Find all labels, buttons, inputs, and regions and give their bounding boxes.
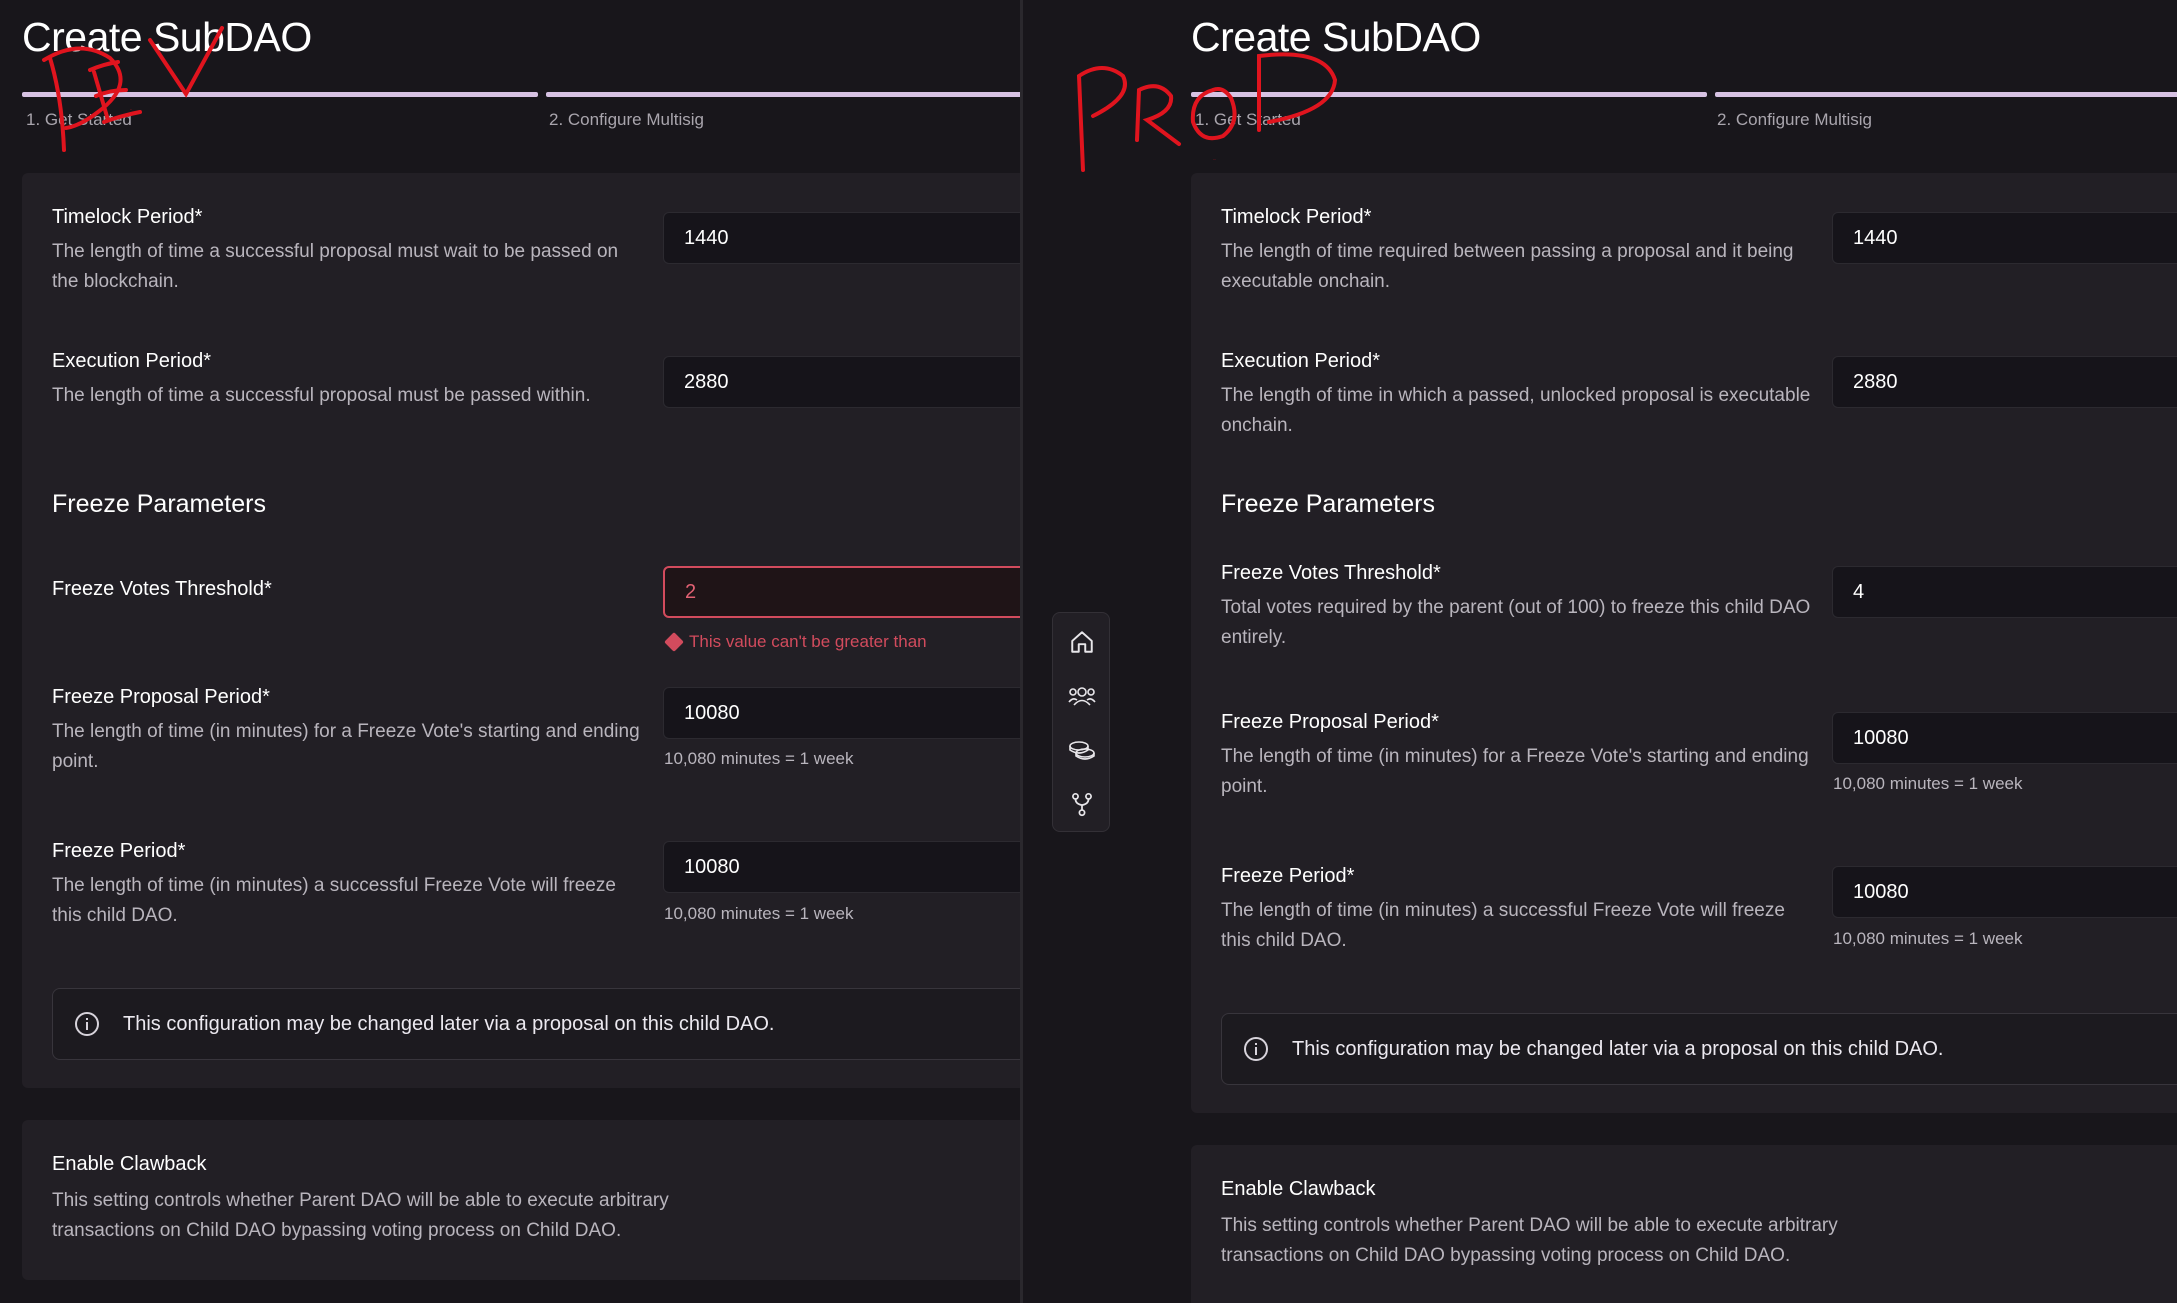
prod-annotation-text: PROD (1213, 159, 1216, 161)
execution-input[interactable]: 2880 (1832, 356, 2177, 408)
freeze-proposal-helper: 10,080 minutes = 1 week (1833, 774, 2023, 793)
freeze-period-helper: 10,080 minutes = 1 week (1833, 929, 2023, 948)
config-card: Timelock Period* The length of time requ… (1191, 173, 2177, 1113)
info-text: This configuration may be changed later … (123, 1012, 775, 1035)
info-box: This configuration may be changed later … (1221, 1013, 2177, 1085)
freeze-period-label: Freeze Period* (52, 840, 186, 862)
execution-input[interactable]: 2880 (663, 356, 1020, 408)
execution-desc: The length of time in which a passed, un… (1221, 385, 1811, 436)
freeze-proposal-label: Freeze Proposal Period* (1221, 711, 1439, 733)
page-title: Create SubDAO (22, 14, 312, 60)
freeze-period-label: Freeze Period* (1221, 865, 1355, 887)
clawback-label: Enable Clawback (1221, 1178, 1376, 1200)
freeze-section-title: Freeze Parameters (52, 490, 266, 518)
clawback-card: Enable Clawback This setting controls wh… (1191, 1145, 2177, 1303)
step-bar-configure-multisig (1715, 92, 2177, 97)
info-box: This configuration may be changed later … (52, 988, 1020, 1060)
freeze-votes-input[interactable]: 2 (663, 566, 1020, 618)
step-bar-get-started (1191, 92, 1707, 97)
page-title: Create SubDAO (1191, 14, 1481, 60)
dev-pane: Create SubDAO 1. Get Started 2. Configur… (0, 0, 1020, 1303)
info-icon (75, 1012, 99, 1036)
freeze-period-desc: The length of time (in minutes) a succes… (1221, 900, 1785, 951)
timelock-input[interactable]: 1440 (663, 212, 1020, 264)
step-label-configure-multisig: 2. Configure Multisig (1717, 110, 1872, 129)
step-bar-get-started (22, 92, 538, 97)
timelock-desc: The length of time a successful proposal… (52, 241, 619, 292)
freeze-period-helper: 10,080 minutes = 1 week (664, 904, 854, 923)
freeze-proposal-helper: 10,080 minutes = 1 week (664, 749, 854, 768)
freeze-proposal-label: Freeze Proposal Period* (52, 686, 270, 708)
freeze-proposal-desc: The length of time (in minutes) for a Fr… (52, 721, 640, 772)
freeze-votes-label: Freeze Votes Threshold* (1221, 562, 1441, 584)
freeze-period-desc: The length of time (in minutes) a succes… (52, 875, 616, 926)
freeze-proposal-input[interactable]: 10080 (1832, 712, 2177, 764)
error-text: This value can't be greater than (689, 632, 927, 651)
freeze-period-input[interactable]: 10080 (1832, 866, 2177, 918)
timelock-input[interactable]: 1440 (1832, 212, 2177, 264)
info-text: This configuration may be changed later … (1292, 1037, 1944, 1060)
people-icon[interactable] (1067, 681, 1097, 711)
freeze-period-input[interactable]: 10080 (663, 841, 1020, 893)
execution-label: Execution Period* (52, 350, 211, 372)
freeze-votes-input[interactable]: 4 (1832, 566, 2177, 618)
execution-desc: The length of time a successful proposal… (52, 385, 591, 406)
freeze-section-title: Freeze Parameters (1221, 490, 1435, 518)
timelock-label: Timelock Period* (1221, 206, 1372, 228)
nav-sidebar (1052, 612, 1110, 832)
home-icon[interactable] (1067, 627, 1097, 657)
clawback-card: Enable Clawback This setting controls wh… (22, 1120, 1020, 1280)
freeze-proposal-desc: The length of time (in minutes) for a Fr… (1221, 746, 1809, 797)
timelock-label: Timelock Period* (52, 206, 203, 228)
clawback-desc: This setting controls whether Parent DAO… (52, 1190, 669, 1241)
config-card: Timelock Period* The length of time a su… (22, 173, 1020, 1088)
clawback-desc: This setting controls whether Parent DAO… (1221, 1215, 1838, 1266)
clawback-label: Enable Clawback (52, 1153, 207, 1175)
step-bar-configure-multisig (546, 92, 1020, 97)
freeze-votes-error: This value can't be greater than (664, 632, 927, 652)
freeze-proposal-input[interactable]: 10080 (663, 687, 1020, 739)
timelock-desc: The length of time required between pass… (1221, 241, 1794, 292)
info-icon (1244, 1037, 1268, 1061)
step-label-get-started: 1. Get Started (26, 110, 132, 129)
fork-icon[interactable] (1067, 789, 1097, 819)
error-icon (664, 632, 684, 652)
execution-label: Execution Period* (1221, 350, 1380, 372)
freeze-votes-label: Freeze Votes Threshold* (52, 578, 272, 600)
step-label-configure-multisig: 2. Configure Multisig (549, 110, 704, 129)
step-label-get-started: 1. Get Started (1195, 110, 1301, 129)
prod-pane: Create SubDAO 1. Get Started 2. Configur… (1023, 0, 2177, 1303)
freeze-votes-desc: Total votes required by the parent (out … (1221, 597, 1811, 648)
coins-icon[interactable] (1067, 735, 1097, 765)
